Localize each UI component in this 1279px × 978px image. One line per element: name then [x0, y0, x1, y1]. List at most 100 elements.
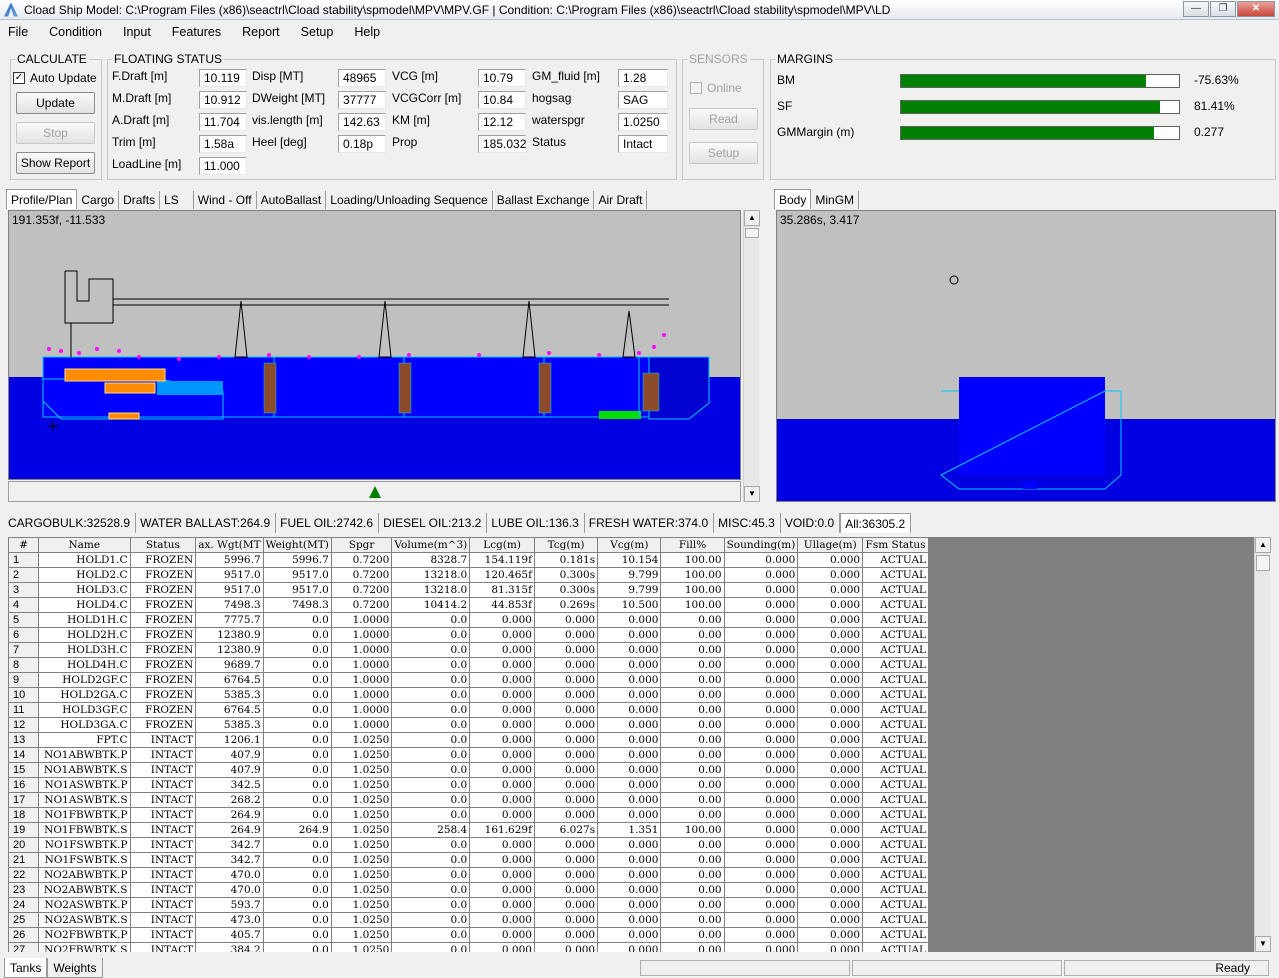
table-cell[interactable]: 0.000	[723, 942, 799, 952]
table-cell[interactable]: ACTUAL	[862, 582, 929, 598]
summary-lube-oil[interactable]: LUBE OIL:136.3	[487, 513, 585, 533]
table-cell[interactable]: 0.000	[797, 867, 864, 883]
table-cell[interactable]: 0.0	[391, 687, 471, 703]
table-cell[interactable]: 0.0	[262, 897, 332, 913]
column-header[interactable]: Tcg(m)	[533, 537, 599, 553]
update-button[interactable]: Update	[16, 92, 95, 114]
table-cell[interactable]: 22	[8, 867, 40, 883]
table-row[interactable]: 26 NO2FBWBTK.P INTACT 405.7 0.0 1.0250 0.0 0.00…	[8, 927, 929, 943]
table-scrollbar[interactable]: ▲ ▼	[1254, 537, 1271, 952]
table-cell[interactable]: 0.000	[533, 717, 599, 733]
table-cell[interactable]: 0.000	[797, 882, 864, 898]
table-cell[interactable]: 0.0	[391, 792, 471, 808]
table-scroll-up-button[interactable]: ▲	[1255, 537, 1271, 553]
column-header[interactable]: Volume(m^3)	[391, 537, 471, 553]
table-cell[interactable]: 9689.7	[195, 657, 264, 673]
table-cell[interactable]: 1.0250	[330, 762, 393, 778]
table-cell[interactable]: 0.000	[597, 657, 662, 673]
table-cell[interactable]: ACTUAL	[862, 762, 929, 778]
table-row[interactable]: 23 NO2ABWBTK.S INTACT 470.0 0.0 1.0250 0.0 0.00…	[8, 882, 929, 898]
show-report-button[interactable]: Show Report	[16, 152, 95, 174]
table-cell[interactable]: 1.0000	[330, 642, 393, 658]
table-cell[interactable]: 1.0250	[330, 942, 393, 952]
table-cell[interactable]: 0.00	[660, 747, 725, 763]
table-cell[interactable]: 14	[8, 747, 40, 763]
table-cell[interactable]: 1.0250	[330, 912, 393, 928]
table-cell[interactable]: 7	[8, 642, 40, 658]
table-cell[interactable]: INTACT	[129, 867, 197, 883]
table-cell[interactable]: 0.000	[723, 852, 799, 868]
stop-button[interactable]: Stop	[16, 122, 95, 144]
scroll-up-button[interactable]: ▲	[744, 210, 760, 226]
table-row[interactable]: 17 NO1ASWBTK.S INTACT 268.2 0.0 1.0250 0.0 0.00…	[8, 792, 929, 808]
table-cell[interactable]: 27	[8, 942, 40, 952]
table-cell[interactable]: FROZEN	[129, 687, 197, 703]
tab-mingm[interactable]: MinGM	[811, 191, 860, 209]
table-cell[interactable]: 0.000	[723, 582, 799, 598]
table-cell[interactable]: 0.00	[660, 792, 725, 808]
table-cell[interactable]: NO2ASWBTK.P	[38, 897, 131, 913]
table-cell[interactable]: NO1ASWBTK.P	[38, 777, 131, 793]
table-cell[interactable]: 0.0	[262, 612, 332, 628]
table-cell[interactable]: 2	[8, 567, 40, 583]
minimize-button[interactable]: —	[1183, 1, 1209, 17]
table-cell[interactable]: 0.0	[262, 687, 332, 703]
tab-wind-off[interactable]: Wind - Off	[194, 191, 257, 209]
table-row[interactable]: 11 HOLD3GF.C FROZEN 6764.5 0.0 1.0000 0.0 0.000…	[8, 702, 929, 718]
table-cell[interactable]: 0.000	[597, 927, 662, 943]
table-cell[interactable]: 20	[8, 837, 40, 853]
auto-update-checkbox[interactable]: ✓	[13, 72, 25, 84]
table-cell[interactable]: 0.000	[797, 657, 864, 673]
table-cell[interactable]: 0.0	[262, 702, 332, 718]
table-cell[interactable]: ACTUAL	[862, 597, 929, 613]
table-cell[interactable]: 1206.1	[195, 732, 264, 748]
table-cell[interactable]: ACTUAL	[862, 837, 929, 853]
body-view[interactable]: 35.286s, 3.417	[776, 210, 1276, 502]
table-cell[interactable]: 0.0	[262, 927, 332, 943]
tab-cargo[interactable]: Cargo	[77, 191, 120, 209]
table-cell[interactable]: ACTUAL	[862, 882, 929, 898]
table-cell[interactable]: 593.7	[195, 897, 264, 913]
table-cell[interactable]: 0.0	[391, 612, 471, 628]
table-cell[interactable]: 0.000	[533, 852, 599, 868]
table-cell[interactable]: ACTUAL	[862, 717, 929, 733]
table-cell[interactable]: 0.0	[262, 717, 332, 733]
table-cell[interactable]: 405.7	[195, 927, 264, 943]
table-cell[interactable]: FROZEN	[129, 702, 197, 718]
table-cell[interactable]: INTACT	[129, 747, 197, 763]
table-cell[interactable]: 0.000	[469, 852, 535, 868]
auto-update-label[interactable]: Auto Update	[30, 71, 97, 85]
table-cell[interactable]: 0.00	[660, 897, 725, 913]
table-cell[interactable]: 0.000	[469, 762, 535, 778]
table-cell[interactable]: 0.000	[469, 942, 535, 952]
table-cell[interactable]: 100.00	[660, 582, 725, 598]
column-header[interactable]: Vcg(m)	[597, 537, 662, 553]
table-cell[interactable]: 384.2	[195, 942, 264, 952]
table-cell[interactable]: 0.000	[797, 927, 864, 943]
table-cell[interactable]: 0.000	[797, 612, 864, 628]
table-cell[interactable]: 24	[8, 897, 40, 913]
table-cell[interactable]: 0.00	[660, 852, 725, 868]
profile-timeline[interactable]	[8, 481, 741, 502]
table-cell[interactable]: 0.000	[597, 687, 662, 703]
table-row[interactable]: 10 HOLD2GA.C FROZEN 5385.3 0.0 1.0000 0.0 0.000…	[8, 687, 929, 703]
table-cell[interactable]: 44.853f	[469, 597, 535, 613]
table-cell[interactable]: 0.000	[723, 837, 799, 853]
table-cell[interactable]: 0.0	[262, 627, 332, 643]
table-cell[interactable]: ACTUAL	[862, 792, 929, 808]
table-cell[interactable]: 0.00	[660, 612, 725, 628]
table-cell[interactable]: 0.000	[597, 792, 662, 808]
column-header[interactable]: Status	[129, 537, 197, 553]
table-cell[interactable]: 0.00	[660, 867, 725, 883]
table-cell[interactable]: HOLD3.C	[38, 582, 131, 598]
table-cell[interactable]: 0.000	[469, 732, 535, 748]
table-cell[interactable]: ACTUAL	[862, 567, 929, 583]
table-cell[interactable]: NO1FSWBTK.P	[38, 837, 131, 853]
table-cell[interactable]: 0.000	[723, 882, 799, 898]
table-cell[interactable]: 0.000	[533, 672, 599, 688]
table-cell[interactable]: 0.000	[723, 822, 799, 838]
table-cell[interactable]: 0.000	[797, 627, 864, 643]
table-cell[interactable]: 0.0	[262, 792, 332, 808]
table-cell[interactable]: FROZEN	[129, 672, 197, 688]
table-cell[interactable]: 13	[8, 732, 40, 748]
